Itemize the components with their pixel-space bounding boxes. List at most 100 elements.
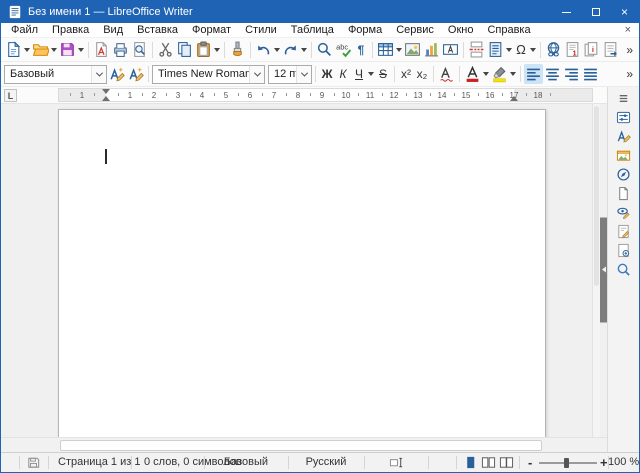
find-replace-button[interactable] xyxy=(315,40,334,60)
clear-formatting-button[interactable] xyxy=(437,64,456,84)
align-center-button[interactable] xyxy=(543,64,562,84)
dropdown-arrow-icon[interactable] xyxy=(530,48,536,52)
menu-insert[interactable]: Вставка xyxy=(130,23,185,38)
open-button[interactable] xyxy=(31,40,58,60)
toolbar-overflow-chevron[interactable]: » xyxy=(623,43,636,57)
sidebar-tab-accessibility-check[interactable] xyxy=(612,241,636,260)
subscript-button[interactable]: x₂ xyxy=(414,64,430,84)
tab-stop-selector[interactable]: L xyxy=(4,89,17,102)
dropdown-arrow-icon[interactable] xyxy=(51,48,57,52)
underline-button[interactable]: Ч xyxy=(351,64,375,84)
document-page[interactable] xyxy=(58,109,546,437)
export-pdf-button[interactable] xyxy=(92,40,111,60)
sidebar-tab-manage-changes[interactable] xyxy=(612,222,636,241)
sidebar-tab-styles[interactable] xyxy=(612,127,636,146)
strikethrough-button[interactable]: S xyxy=(375,64,391,84)
new-style-button[interactable] xyxy=(126,64,145,84)
paragraph-style-dropdown[interactable] xyxy=(91,66,106,83)
zoom-out-button[interactable]: - xyxy=(528,453,532,472)
menu-tools[interactable]: Сервис xyxy=(389,23,441,38)
sidebar-hide-handle[interactable] xyxy=(600,217,607,322)
insert-hyperlink-button[interactable] xyxy=(544,40,563,60)
cut-button[interactable] xyxy=(156,40,175,60)
undo-button[interactable] xyxy=(254,40,281,60)
close-document-icon[interactable]: × xyxy=(617,24,639,36)
paragraph-style-combo[interactable]: Базовый xyxy=(4,65,107,84)
language-status[interactable]: Русский xyxy=(288,453,364,472)
formatting-marks-button[interactable]: ¶ xyxy=(353,40,369,60)
insert-endnote-button[interactable] xyxy=(582,40,601,60)
menu-format[interactable]: Формат xyxy=(185,23,238,38)
sidebar-tab-navigator[interactable] xyxy=(612,165,636,184)
align-justify-button[interactable] xyxy=(581,64,600,84)
page-style-status[interactable]: Базовый xyxy=(204,453,288,472)
sidebar-tab-style-inspector[interactable] xyxy=(612,203,636,222)
print-preview-button[interactable] xyxy=(130,40,149,60)
font-size-dropdown[interactable] xyxy=(296,66,311,83)
dropdown-arrow-icon[interactable] xyxy=(78,48,84,52)
dropdown-arrow-icon[interactable] xyxy=(368,72,374,76)
sidebar-tab-sidebar-settings[interactable] xyxy=(612,89,636,108)
horizontal-scrollbar[interactable] xyxy=(1,437,607,452)
font-name-combo[interactable]: Times New Roman xyxy=(152,65,265,84)
menu-table[interactable]: Таблица xyxy=(284,23,341,38)
italic-button[interactable]: К xyxy=(335,64,351,84)
view-single-page-button[interactable] xyxy=(463,455,478,470)
save-button[interactable] xyxy=(58,40,85,60)
dropdown-arrow-icon[interactable] xyxy=(24,48,30,52)
menu-form[interactable]: Форма xyxy=(341,23,389,38)
dropdown-arrow-icon[interactable] xyxy=(510,72,516,76)
menu-window[interactable]: Окно xyxy=(441,23,481,38)
horizontal-ruler[interactable]: 1123456789101112131415161718 xyxy=(58,88,593,102)
insert-field-button[interactable] xyxy=(486,40,513,60)
print-button[interactable] xyxy=(111,40,130,60)
minimize-button[interactable] xyxy=(552,1,581,23)
sidebar-tab-search[interactable] xyxy=(612,260,636,279)
insert-image-button[interactable] xyxy=(403,40,422,60)
zoom-slider-handle[interactable] xyxy=(564,458,569,468)
sidebar-tab-gallery[interactable] xyxy=(612,146,636,165)
menu-file[interactable]: Файл xyxy=(4,23,45,38)
dropdown-arrow-icon[interactable] xyxy=(214,48,220,52)
insert-page-break-button[interactable] xyxy=(467,40,486,60)
sidebar-tab-properties[interactable] xyxy=(612,108,636,127)
vertical-scrollbar-thumb[interactable] xyxy=(594,106,599,286)
menu-edit[interactable]: Правка xyxy=(45,23,96,38)
insert-table-button[interactable] xyxy=(376,40,403,60)
zoom-level-status[interactable]: 100 % xyxy=(608,453,639,472)
dropdown-arrow-icon[interactable] xyxy=(396,48,402,52)
dropdown-arrow-icon[interactable] xyxy=(483,72,489,76)
copy-button[interactable] xyxy=(175,40,194,60)
paste-button[interactable] xyxy=(194,40,221,60)
bold-button[interactable]: Ж xyxy=(319,64,335,84)
align-right-button[interactable] xyxy=(562,64,581,84)
menu-view[interactable]: Вид xyxy=(96,23,130,38)
selection-mode-icon[interactable] xyxy=(389,455,404,470)
insert-special-character-button[interactable]: Ω xyxy=(513,40,537,60)
toolbar-overflow-chevron[interactable]: » xyxy=(623,67,636,81)
view-book-button[interactable] xyxy=(499,455,514,470)
menu-help[interactable]: Справка xyxy=(480,23,537,38)
zoom-in-button[interactable]: + xyxy=(600,453,608,472)
maximize-button[interactable] xyxy=(581,1,610,23)
dropdown-arrow-icon[interactable] xyxy=(274,48,280,52)
dropdown-arrow-icon[interactable] xyxy=(301,48,307,52)
update-style-button[interactable] xyxy=(107,64,126,84)
page-number-status[interactable]: Страница 1 из 1 xyxy=(58,453,140,472)
first-line-indent-marker[interactable] xyxy=(102,89,110,94)
close-button[interactable]: × xyxy=(610,1,639,23)
font-color-button[interactable] xyxy=(463,64,490,84)
align-left-button[interactable] xyxy=(524,64,543,84)
clone-formatting-button[interactable] xyxy=(228,40,247,60)
redo-button[interactable] xyxy=(281,40,308,60)
superscript-button[interactable]: x² xyxy=(398,64,414,84)
insert-chart-button[interactable] xyxy=(422,40,441,60)
vertical-scrollbar[interactable] xyxy=(592,104,600,437)
horizontal-scrollbar-thumb[interactable] xyxy=(60,440,542,451)
insert-footnote-button[interactable] xyxy=(563,40,582,60)
font-name-dropdown[interactable] xyxy=(249,66,264,83)
menu-styles[interactable]: Стили xyxy=(238,23,284,38)
insert-comment-button[interactable] xyxy=(601,40,620,60)
highlight-color-button[interactable] xyxy=(490,64,517,84)
spelling-button[interactable] xyxy=(334,40,353,60)
